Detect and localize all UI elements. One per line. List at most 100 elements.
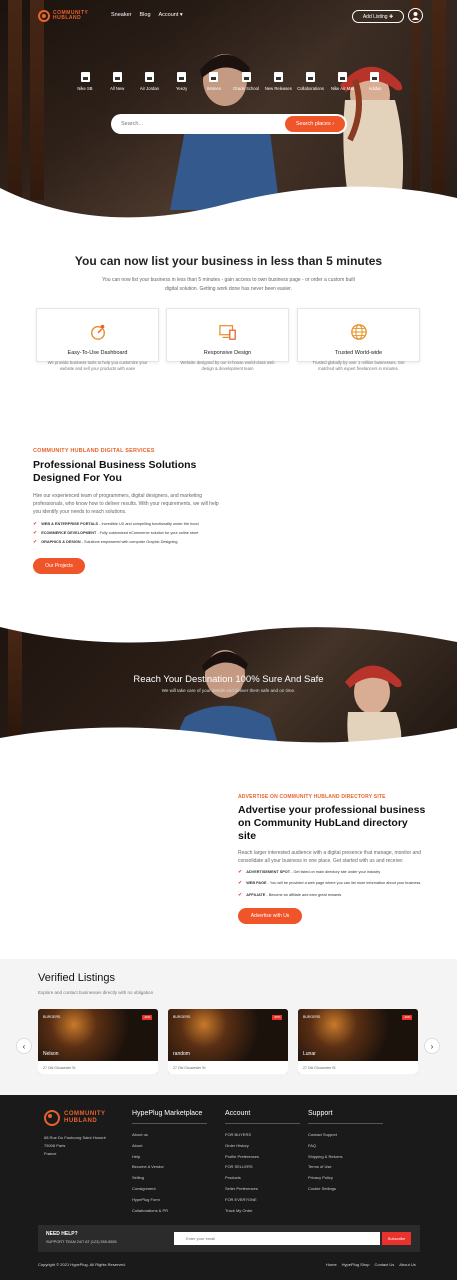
feature-card-dashboard: Easy-To-Use Dashboard We provide busines…	[36, 308, 159, 371]
newsletter-bar: NEED HELP? SUPPORT TEAM 24/7 AT (123) 55…	[38, 1225, 420, 1252]
advertise-check-item: ✔ AFFILIATE - Become an affiliate and ear…	[238, 891, 342, 898]
footer-logo[interactable]: COMMUNITY HUBLAND	[44, 1110, 106, 1126]
help-text: SUPPORT TEAM 24/7 AT (123) 555-5555	[46, 1240, 117, 1244]
footer-col-account: Account FOR BUYERS Order History Profile…	[225, 1110, 300, 1216]
advertise-with-us-button[interactable]: Advertise with Us	[238, 908, 302, 924]
banner-bottom-wave	[0, 727, 457, 750]
category-item[interactable]: Grade School	[231, 72, 261, 91]
destination-banner	[0, 622, 457, 750]
subscribe-button[interactable]: Subscribe	[382, 1232, 411, 1245]
carousel-next-button[interactable]: ›	[424, 1038, 440, 1054]
check-icon: ✔	[33, 520, 38, 527]
listing-card[interactable]: BURGERS -49% Nelson 27 Old Gloucester St	[38, 1009, 158, 1074]
footer-link-home[interactable]: Home	[326, 1262, 337, 1267]
advertise-eyebrow: ADVERTISE ON COMMUNITY HUBLAND DIRECTORY…	[238, 794, 386, 800]
listings-title: Verified Listings	[38, 972, 116, 984]
newsletter-email-input[interactable]	[174, 1232, 380, 1245]
shoe-box-icon	[338, 72, 348, 82]
check-icon: ✔	[238, 880, 243, 886]
logo-icon	[44, 1110, 60, 1126]
services-text: Hire our experienced team of programmers…	[33, 493, 219, 515]
footer-link[interactable]: Profile Preferences	[225, 1152, 300, 1163]
menu-sneaker[interactable]: Sneaker	[111, 12, 132, 18]
footer-link[interactable]: About us	[132, 1130, 207, 1141]
hero-wave	[0, 186, 457, 230]
shoe-box-icon	[112, 72, 122, 82]
footer-link-contact[interactable]: Contact Us	[374, 1262, 394, 1267]
copyright-text: Copyright © 2021 HypePlug. All Rights Re…	[38, 1262, 126, 1267]
footer-link[interactable]: Selling	[132, 1173, 207, 1184]
footer-link[interactable]: About	[132, 1141, 207, 1152]
shoe-box-icon	[209, 72, 219, 82]
shoe-box-icon	[273, 72, 283, 82]
category-item[interactable]: All New	[102, 72, 132, 91]
band-text: We will take care of your details and de…	[161, 688, 296, 693]
check-icon: ✔	[238, 891, 243, 898]
footer-link[interactable]: Contact Support	[308, 1130, 383, 1141]
footer-link[interactable]: FOR EVERYONE	[225, 1195, 300, 1206]
footer-link[interactable]: Track My Order	[225, 1206, 300, 1217]
devices-icon	[218, 325, 236, 340]
user-profile-button[interactable]	[408, 8, 423, 23]
footer-link-shop[interactable]: HypePlug Shop	[342, 1262, 370, 1267]
check-icon: ✔	[33, 538, 38, 545]
listing-card[interactable]: BURGERS -49% random 27 Old Gloucester St	[168, 1009, 288, 1074]
footer-link[interactable]: Seller Preferences	[225, 1184, 300, 1195]
add-listing-button[interactable]: Add Listing ✚	[352, 10, 404, 23]
category-item[interactable]: Nike Air Max	[328, 72, 358, 91]
footer-link-about[interactable]: About Us	[399, 1262, 415, 1267]
discount-badge: -49%	[272, 1015, 282, 1020]
dashboard-gauge-icon	[90, 324, 105, 340]
footer-address: 68 Rue Du Faubourg Saint Honoré 75008 Par…	[44, 1135, 106, 1156]
advertise-title: Advertise your professional business on …	[238, 804, 426, 842]
search-bar: Search places ›	[111, 114, 347, 134]
footer-col-marketplace: HypePlug Marketplace About us About Help…	[132, 1110, 207, 1216]
category-item[interactable]: New Releases	[263, 72, 293, 91]
services-check-item: ✔ WEB & ENTERPRISE PORTALS - Incredible U…	[33, 520, 199, 527]
footer-link[interactable]: Privacy Policy	[308, 1173, 383, 1184]
footer-link[interactable]: Become A Vendor	[132, 1162, 207, 1173]
footer-link[interactable]: Terms of Use	[308, 1162, 383, 1173]
services-title: Professional Business Solutions Designed…	[33, 459, 197, 484]
listings-text: Explore and contact businesses directly …	[38, 990, 154, 995]
shoe-box-icon	[177, 72, 187, 82]
category-item[interactable]: Women	[199, 72, 229, 91]
footer-link[interactable]: Help	[132, 1152, 207, 1163]
intro-text: You can now list your business in less t…	[102, 277, 355, 292]
footer-link[interactable]: FAQ	[308, 1141, 383, 1152]
footer-link[interactable]: Products	[225, 1173, 300, 1184]
discount-badge: -49%	[142, 1015, 152, 1020]
menu-account[interactable]: Account ▾	[159, 12, 183, 18]
check-icon: ✔	[33, 529, 38, 536]
footer-link[interactable]: FOR BUYERS	[225, 1130, 300, 1141]
search-input[interactable]	[111, 114, 285, 134]
category-item[interactable]: Collaborations	[296, 72, 326, 91]
footer-link[interactable]: Shipping & Returns	[308, 1152, 383, 1163]
our-projects-button[interactable]: Our Projects	[33, 558, 85, 574]
footer-link[interactable]: Collaborations & PR	[132, 1206, 207, 1217]
feature-card-trusted: Trusted World-wide Trusted globally by o…	[297, 308, 420, 371]
search-places-button[interactable]: Search places ›	[285, 116, 345, 132]
category-item[interactable]: Adidas	[360, 72, 390, 91]
footer-link[interactable]: FOR SELLERS	[225, 1162, 300, 1173]
advertise-text: Reach larger interested audience with a …	[238, 850, 421, 864]
category-item[interactable]: Nike SB	[70, 72, 100, 91]
globe-icon	[350, 324, 367, 340]
category-item[interactable]: Air Jordan	[134, 72, 164, 91]
shoe-box-icon	[370, 72, 380, 82]
menu-blog[interactable]: Blog	[140, 12, 151, 18]
footer-link[interactable]: Order History	[225, 1141, 300, 1152]
shoe-box-icon	[241, 72, 251, 82]
footer-link[interactable]: Cookie Settings	[308, 1184, 383, 1195]
listing-card[interactable]: BURGERS -49% Lunar 27 Old Gloucester St	[298, 1009, 418, 1074]
site-logo[interactable]: COMMUNITY HUBLAND	[38, 9, 94, 23]
footer-link[interactable]: Consignment	[132, 1184, 207, 1195]
band-title: Reach Your Destination 100% Sure And Saf…	[133, 674, 324, 685]
category-strip: Nike SB All New Air Jordan Yeezy Women G…	[70, 72, 390, 91]
carousel-prev-button[interactable]: ‹	[16, 1038, 32, 1054]
category-item[interactable]: Yeezy	[167, 72, 197, 91]
top-nav: COMMUNITY HUBLAND Sneaker Blog Account ▾ …	[0, 0, 457, 34]
shoe-box-icon	[80, 72, 90, 82]
footer-link[interactable]: HypePlug Form	[132, 1195, 207, 1206]
shoe-box-icon	[144, 72, 154, 82]
